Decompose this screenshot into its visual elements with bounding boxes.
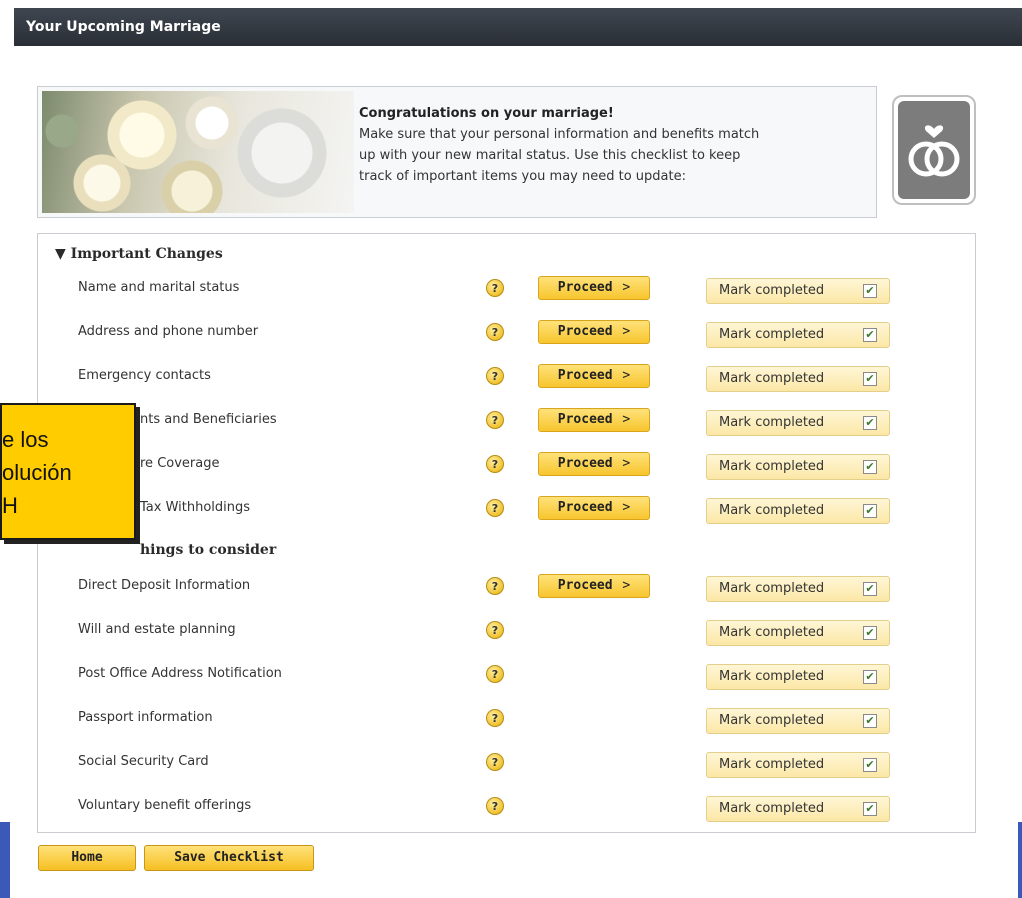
checkbox-icon[interactable]: ✔ [863,372,877,386]
checkbox-icon[interactable]: ✔ [863,582,877,596]
intro-line: Make sure that your personal information… [359,127,760,142]
row-label: Name and marital status [78,280,240,295]
checklist-row: nts and Beneficiaries ? Proceed > Mark c… [38,408,975,456]
section-other-things: hings to consider [140,542,277,558]
title-bar: Your Upcoming Marriage [14,8,1022,46]
checklist-row: Emergency contacts ? Proceed > Mark comp… [38,364,975,412]
help-icon[interactable]: ? [486,753,504,771]
proceed-button[interactable]: Proceed > [538,496,650,520]
intro-line: up with your new marital status. Use thi… [359,148,741,163]
help-icon[interactable]: ? [486,411,504,429]
mark-completed-button[interactable]: Mark completed ✔ [706,322,890,348]
proceed-button[interactable]: Proceed > [538,276,650,300]
help-icon[interactable]: ? [486,577,504,595]
wedding-rings-badge [892,95,976,205]
checkbox-icon[interactable]: ✔ [863,460,877,474]
flowers-image [42,91,354,213]
intro-text: Congratulations on your marriage! Make s… [359,103,859,187]
overlay-note: e los olución H [0,403,136,540]
checklist-row: Voluntary benefit offerings ? Mark compl… [38,796,975,842]
row-label: re Coverage [140,456,220,471]
intro-line: track of important items you may need to… [359,169,686,184]
checkbox-icon[interactable]: ✔ [863,802,877,816]
wedding-rings-icon [898,101,970,199]
mark-completed-button[interactable]: Mark completed ✔ [706,278,890,304]
row-label: Tax Withholdings [140,500,251,515]
checklist-row: Tax Withholdings ? Proceed > Mark comple… [38,496,975,544]
checkbox-icon[interactable]: ✔ [863,504,877,518]
mark-completed-button[interactable]: Mark completed ✔ [706,410,890,436]
proceed-button[interactable]: Proceed > [538,452,650,476]
intro-box: Congratulations on your marriage! Make s… [37,86,877,218]
checkbox-icon[interactable]: ✔ [863,670,877,684]
checkbox-icon[interactable]: ✔ [863,626,877,640]
proceed-button[interactable]: Proceed > [538,364,650,388]
help-icon[interactable]: ? [486,709,504,727]
section-important-changes: ▼ Important Changes [55,246,223,262]
mark-completed-button[interactable]: Mark completed ✔ [706,752,890,778]
row-label: Voluntary benefit offerings [78,798,252,813]
row-label: Passport information [78,710,213,725]
checklist-row: Post Office Address Notification ? Mark … [38,664,975,710]
mark-completed-button[interactable]: Mark completed ✔ [706,366,890,392]
help-icon[interactable]: ? [486,279,504,297]
row-label: Will and estate planning [78,622,236,637]
checklist-row: Will and estate planning ? Mark complete… [38,620,975,666]
mark-completed-button[interactable]: Mark completed ✔ [706,576,890,602]
note-line: olución [2,460,72,485]
checklist-row: Direct Deposit Information ? Proceed > M… [38,574,975,622]
save-checklist-button[interactable]: Save Checklist [144,845,314,871]
checkbox-icon[interactable]: ✔ [863,758,877,772]
intro-heading: Congratulations on your marriage! [359,106,614,121]
checkbox-icon[interactable]: ✔ [863,714,877,728]
row-label: Direct Deposit Information [78,578,251,593]
page-title: Your Upcoming Marriage [26,19,221,35]
checklist-row: Name and marital status ? Proceed > Mark… [38,276,975,324]
mark-completed-button[interactable]: Mark completed ✔ [706,664,890,690]
checkbox-icon[interactable]: ✔ [863,416,877,430]
mark-completed-button[interactable]: Mark completed ✔ [706,796,890,822]
checklist-row: Address and phone number ? Proceed > Mar… [38,320,975,368]
checklist-row: Social Security Card ? Mark completed ✔ [38,752,975,798]
home-button[interactable]: Home [38,845,136,871]
proceed-button[interactable]: Proceed > [538,574,650,598]
checkbox-icon[interactable]: ✔ [863,328,877,342]
row-label: Post Office Address Notification [78,666,282,681]
help-icon[interactable]: ? [486,455,504,473]
checklist-row: Passport information ? Mark completed ✔ [38,708,975,754]
row-label: Address and phone number [78,324,259,339]
mark-completed-button[interactable]: Mark completed ✔ [706,708,890,734]
help-icon[interactable]: ? [486,367,504,385]
note-line: e los [2,427,49,452]
help-icon[interactable]: ? [486,665,504,683]
help-icon[interactable]: ? [486,323,504,341]
blue-edge-mark [0,822,10,898]
mark-completed-button[interactable]: Mark completed ✔ [706,498,890,524]
mark-completed-button[interactable]: Mark completed ✔ [706,620,890,646]
row-label: Emergency contacts [78,368,211,383]
checklist-panel: ▼ Important Changes Name and marital sta… [37,233,976,833]
blue-edge-mark [1018,822,1022,898]
help-icon[interactable]: ? [486,797,504,815]
proceed-button[interactable]: Proceed > [538,408,650,432]
mark-completed-button[interactable]: Mark completed ✔ [706,454,890,480]
row-label: Social Security Card [78,754,209,769]
checklist-row: re Coverage ? Proceed > Mark completed ✔ [38,452,975,500]
proceed-button[interactable]: Proceed > [538,320,650,344]
note-line: H [2,493,18,518]
help-icon[interactable]: ? [486,499,504,517]
row-label: nts and Beneficiaries [140,412,277,427]
checkbox-icon[interactable]: ✔ [863,284,877,298]
help-icon[interactable]: ? [486,621,504,639]
